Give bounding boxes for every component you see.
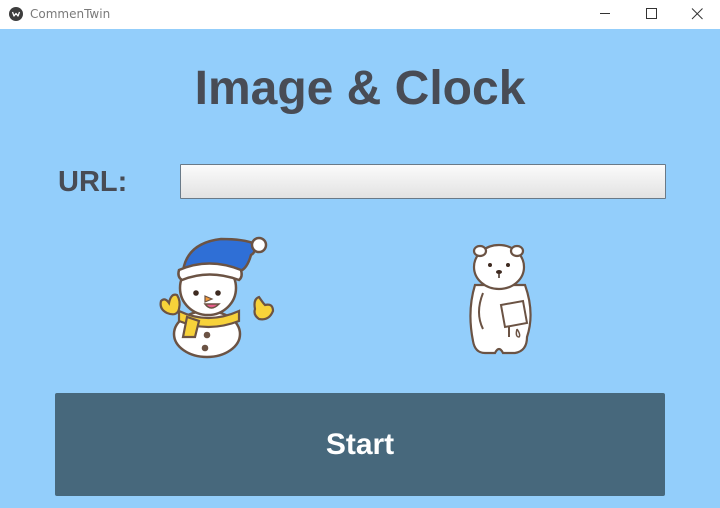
start-button[interactable]: Start (55, 393, 665, 496)
url-label: URL: (58, 166, 128, 198)
page-title: Image & Clock (194, 62, 526, 115)
minimize-icon (600, 13, 610, 14)
snowman-image (159, 236, 275, 359)
close-button[interactable] (674, 0, 720, 29)
close-icon (691, 8, 703, 20)
maximize-button[interactable] (628, 0, 674, 29)
title-bar[interactable]: CommenTwin (0, 0, 720, 29)
url-input[interactable] (180, 164, 666, 199)
main-panel: Image & Clock URL: Start (0, 29, 720, 508)
maximize-icon (646, 8, 657, 19)
minimize-button[interactable] (582, 0, 628, 29)
window-title: CommenTwin (30, 7, 111, 21)
app-logo-icon (9, 7, 23, 21)
polar-bear-image (469, 243, 532, 355)
